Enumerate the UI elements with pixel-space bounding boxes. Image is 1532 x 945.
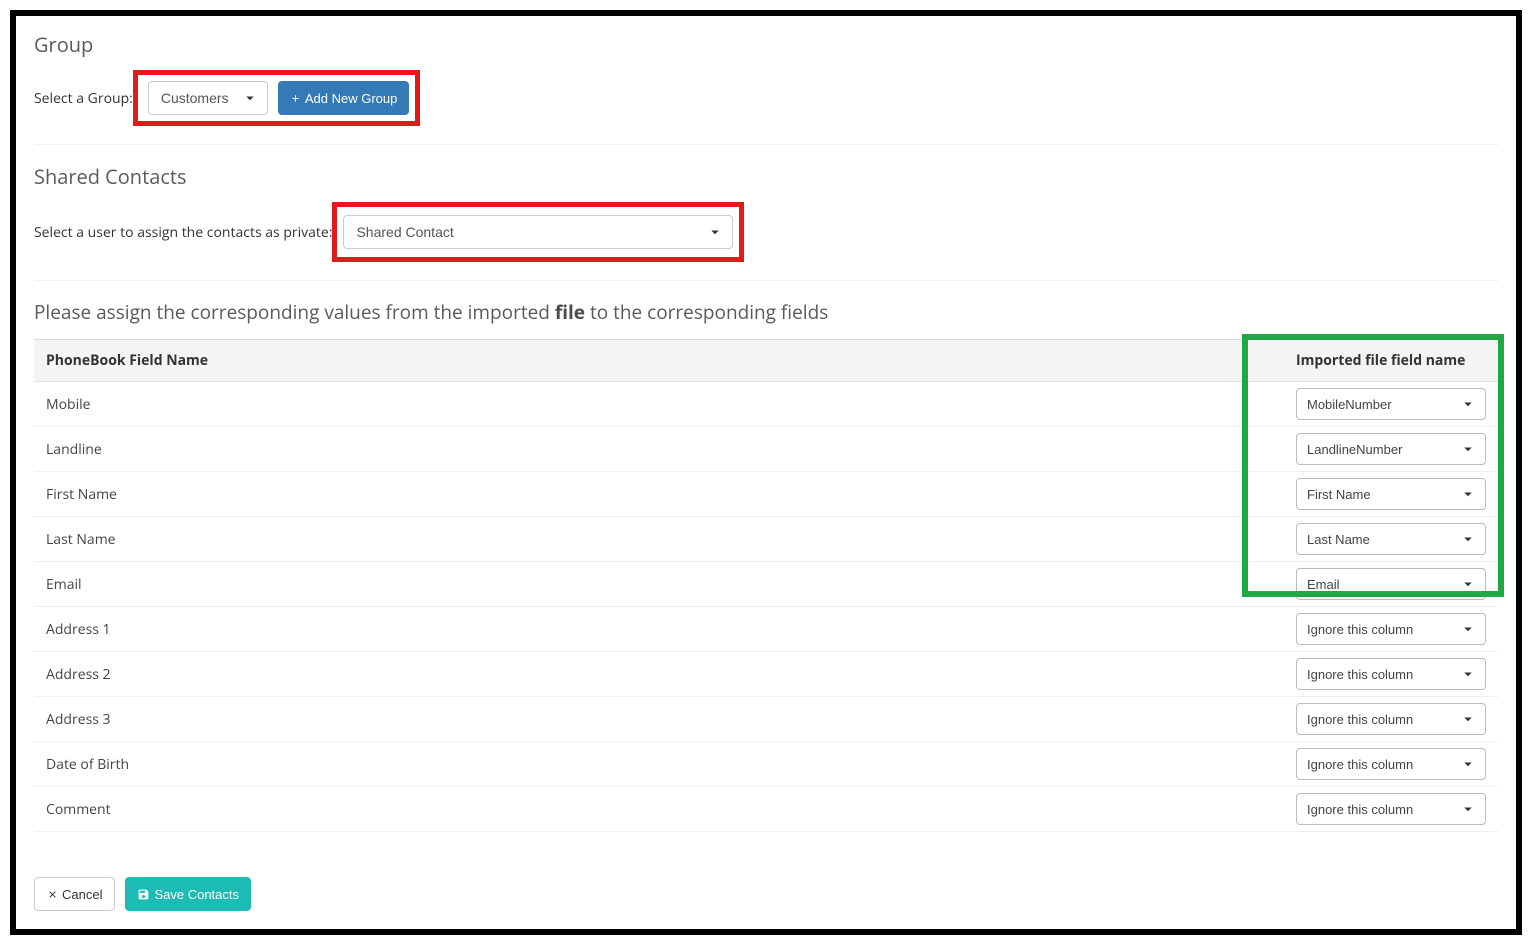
imported-select-cell: Ignore this column: [1266, 697, 1498, 742]
field-name-cell: Last Name: [34, 517, 1266, 562]
table-row: Date of Birth Ignore this column: [34, 742, 1498, 787]
th-field-name: PhoneBook Field Name: [34, 340, 1266, 382]
divider: [34, 144, 1498, 145]
divider-2: [34, 280, 1498, 281]
imported-select-cell: Email: [1266, 562, 1498, 607]
save-label: Save Contacts: [154, 887, 239, 902]
footer-buttons: Cancel Save Contacts: [34, 877, 1498, 911]
close-icon: [47, 889, 58, 900]
imported-field-select[interactable]: Ignore this column: [1296, 613, 1486, 645]
table-row: Address 2 Ignore this column: [34, 652, 1498, 697]
table-row: Email Email: [34, 562, 1498, 607]
imported-select-cell: First Name: [1266, 472, 1498, 517]
group-highlight: Customers Add New Group: [133, 70, 421, 126]
imported-select-cell: Ignore this column: [1266, 787, 1498, 832]
mapping-table: PhoneBook Field Name Imported file field…: [34, 339, 1498, 832]
table-row: Mobile MobileNumber: [34, 382, 1498, 427]
group-select[interactable]: Customers: [148, 81, 268, 115]
imported-field-select[interactable]: Ignore this column: [1296, 703, 1486, 735]
group-section: Group Select a Group: Customers Add New …: [34, 31, 1498, 126]
field-name-cell: Address 2: [34, 652, 1266, 697]
group-label: Select a Group:: [34, 89, 133, 108]
imported-select-cell: MobileNumber: [1266, 382, 1498, 427]
shared-contacts-section: Shared Contacts Select a user to assign …: [34, 163, 1498, 262]
th-imported-name: Imported file field name: [1266, 340, 1498, 382]
shared-contact-select[interactable]: Shared Contact: [343, 215, 733, 249]
table-row: Landline LandlineNumber: [34, 427, 1498, 472]
field-name-cell: Date of Birth: [34, 742, 1266, 787]
imported-field-select[interactable]: Ignore this column: [1296, 748, 1486, 780]
table-row: First Name First Name: [34, 472, 1498, 517]
plus-icon: [290, 93, 301, 104]
field-name-cell: Address 3: [34, 697, 1266, 742]
imported-field-select[interactable]: Last Name: [1296, 523, 1486, 555]
field-name-cell: First Name: [34, 472, 1266, 517]
shared-title: Shared Contacts: [34, 163, 1498, 190]
add-new-group-button[interactable]: Add New Group: [278, 81, 410, 115]
imported-select-cell: Ignore this column: [1266, 652, 1498, 697]
add-group-label: Add New Group: [305, 91, 398, 106]
table-row: Address 1 Ignore this column: [34, 607, 1498, 652]
imported-field-select[interactable]: LandlineNumber: [1296, 433, 1486, 465]
imported-field-select[interactable]: Ignore this column: [1296, 793, 1486, 825]
mapping-table-container: PhoneBook Field Name Imported file field…: [34, 339, 1498, 832]
cancel-button[interactable]: Cancel: [34, 877, 115, 911]
shared-label: Select a user to assign the contacts as …: [34, 223, 332, 242]
table-row: Address 3 Ignore this column: [34, 697, 1498, 742]
assign-info: Please assign the corresponding values f…: [34, 299, 1498, 325]
save-icon: [137, 888, 150, 901]
field-name-cell: Address 1: [34, 607, 1266, 652]
imported-select-cell: Ignore this column: [1266, 742, 1498, 787]
shared-highlight: Shared Contact: [332, 202, 744, 262]
imported-field-select[interactable]: MobileNumber: [1296, 388, 1486, 420]
table-row: Last Name Last Name: [34, 517, 1498, 562]
imported-select-cell: LandlineNumber: [1266, 427, 1498, 472]
imported-field-select[interactable]: Ignore this column: [1296, 658, 1486, 690]
save-contacts-button[interactable]: Save Contacts: [125, 877, 251, 911]
imported-select-cell: Last Name: [1266, 517, 1498, 562]
imported-field-select[interactable]: First Name: [1296, 478, 1486, 510]
table-row: Comment Ignore this column: [34, 787, 1498, 832]
imported-field-select[interactable]: Email: [1296, 568, 1486, 600]
field-name-cell: Landline: [34, 427, 1266, 472]
group-title: Group: [34, 31, 1498, 58]
field-name-cell: Comment: [34, 787, 1266, 832]
field-name-cell: Mobile: [34, 382, 1266, 427]
cancel-label: Cancel: [62, 887, 102, 902]
imported-select-cell: Ignore this column: [1266, 607, 1498, 652]
field-name-cell: Email: [34, 562, 1266, 607]
